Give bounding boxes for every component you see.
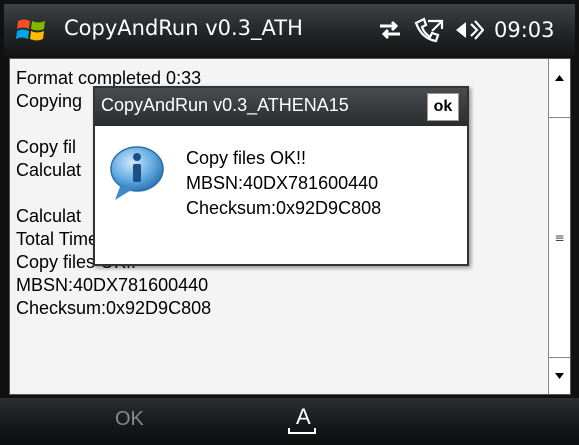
input-panel-label: A [296, 404, 311, 429]
dialog-message: Copy files OK!! MBSN:40DX781600440 Check… [186, 146, 381, 221]
status-area: 09:03 [376, 14, 555, 46]
softkey-ok[interactable]: OK [115, 408, 144, 431]
dialog-title-bar: CopyAndRun v0.3_ATHENA15 ok [95, 88, 467, 126]
scroll-down-button[interactable] [549, 357, 570, 394]
vertical-scrollbar[interactable]: ≡ [548, 59, 570, 394]
clock[interactable]: 09:03 [494, 18, 555, 42]
connectivity-icon[interactable] [376, 18, 404, 42]
dialog-ok-button[interactable]: ok [427, 93, 459, 121]
scroll-up-button[interactable] [549, 59, 570, 98]
speaker-icon[interactable] [454, 18, 484, 42]
message-dialog: CopyAndRun v0.3_ATHENA15 ok Copy files O… [93, 86, 469, 266]
input-panel-icon[interactable]: A [288, 400, 316, 440]
softkey-bar: OK A [0, 398, 579, 445]
log-line: MBSN:40DX781600440 [16, 275, 209, 295]
window-title: CopyAndRun v0.3_ATH [64, 16, 303, 40]
device-frame: CopyAndRun v0.3_ATH 09:03 Format complet… [0, 0, 579, 445]
info-icon [110, 146, 164, 200]
windows-start-icon[interactable] [16, 15, 48, 45]
arrow-down-icon [555, 373, 564, 379]
dialog-message-line: Copy files OK!! [186, 148, 307, 168]
arrow-up-icon [555, 75, 564, 81]
dialog-message-line: MBSN:40DX781600440 [186, 173, 379, 193]
scroll-thumb[interactable] [549, 97, 570, 118]
scroll-grip-icon: ≡ [554, 231, 565, 245]
phone-signal-icon[interactable] [412, 17, 446, 43]
dialog-title: CopyAndRun v0.3_ATHENA15 [101, 95, 349, 115]
dialog-message-line: Checksum:0x92D9C808 [186, 198, 382, 218]
title-bar: CopyAndRun v0.3_ATH 09:03 [4, 4, 575, 56]
log-line: Checksum:0x92D9C808 [16, 298, 212, 318]
